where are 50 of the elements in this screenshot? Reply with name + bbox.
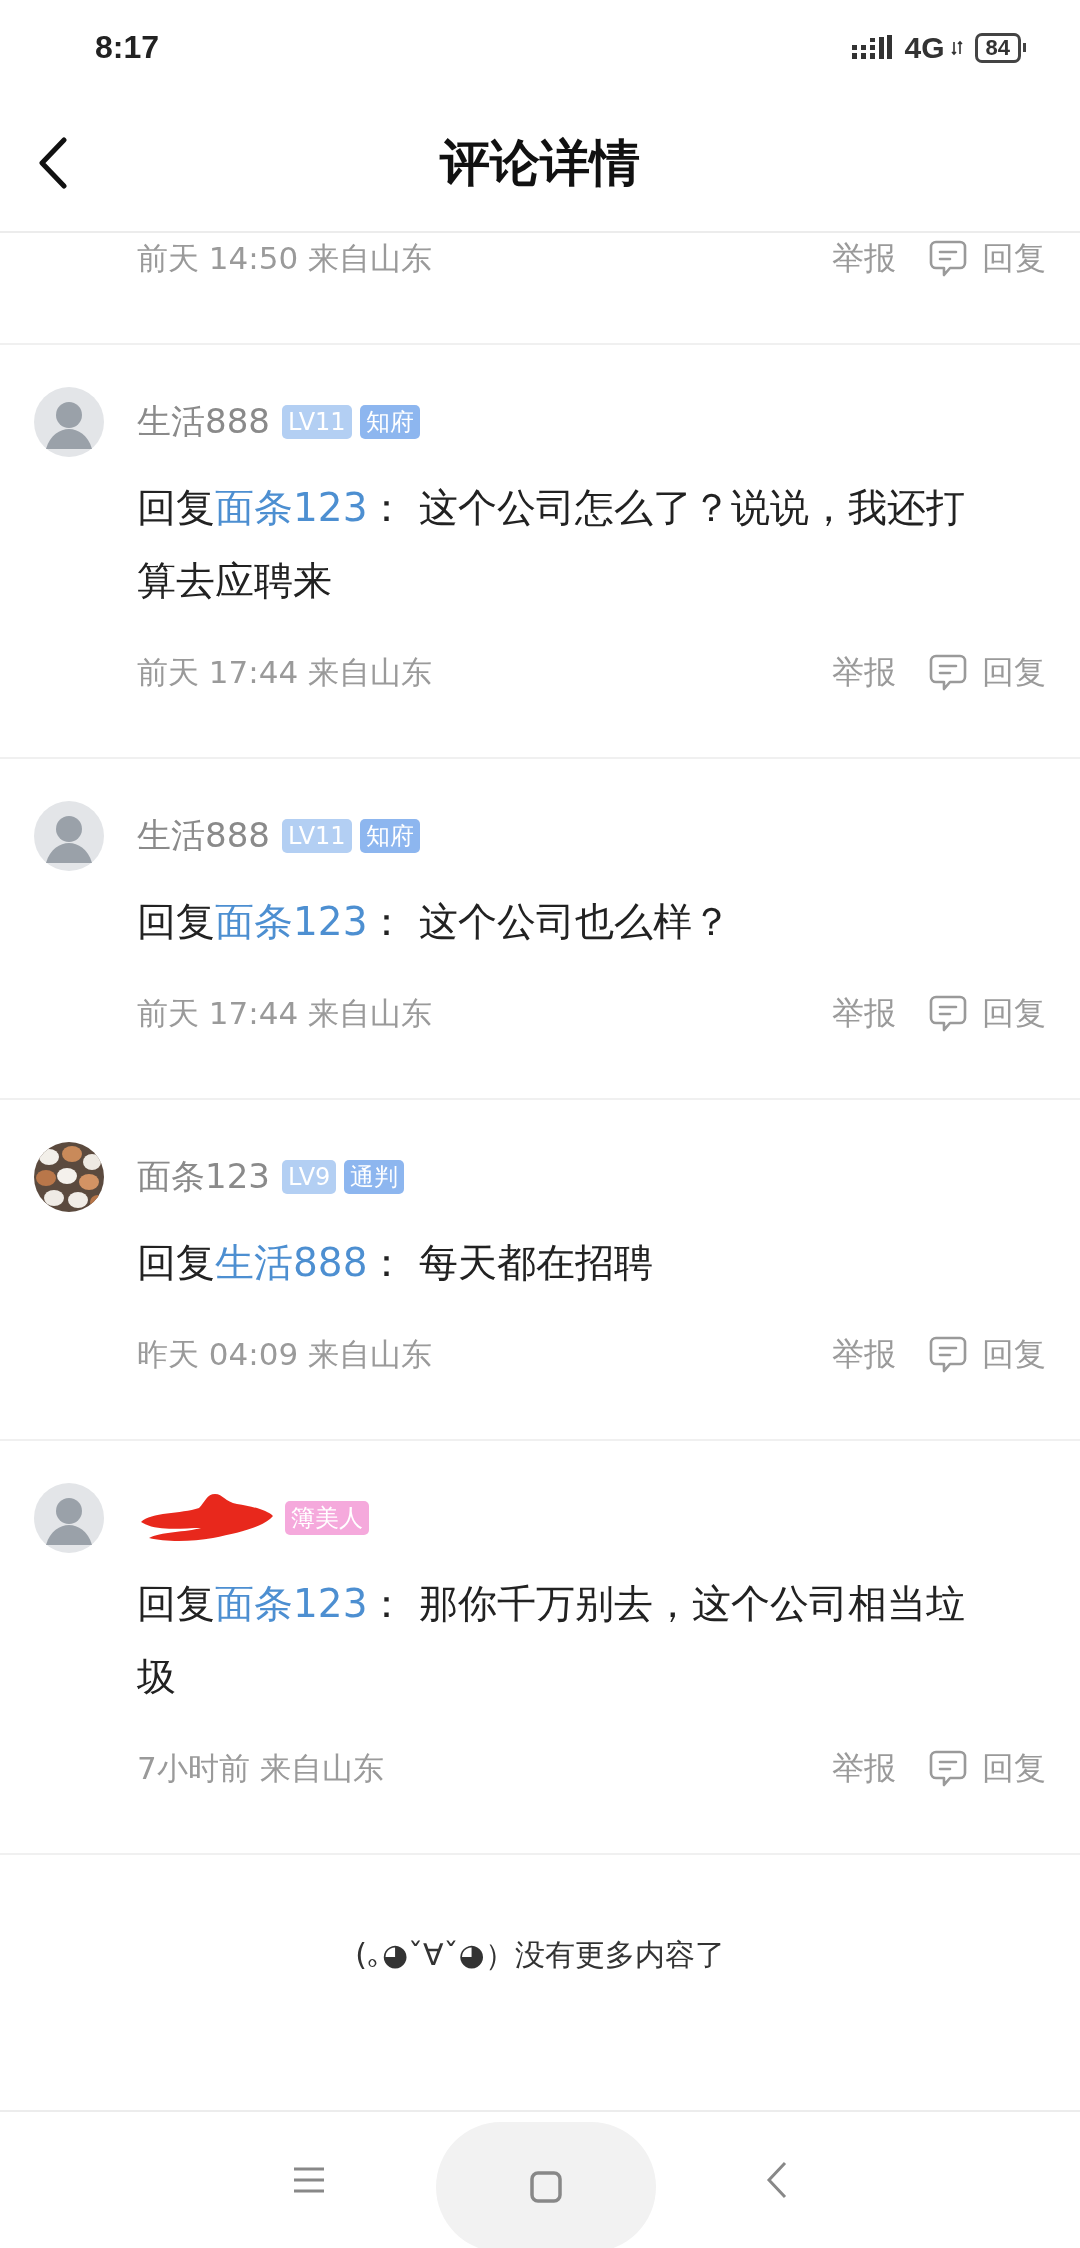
comment-icon[interactable] xyxy=(928,1749,968,1789)
reply-link[interactable]: 回复 xyxy=(982,1747,1046,1791)
page-title: 评论详情 xyxy=(440,132,640,194)
status-time: 8:17 xyxy=(95,29,160,66)
user-badge: LV11 xyxy=(281,819,352,853)
avatar[interactable] xyxy=(34,801,104,871)
comment-time: 昨天 04:09 来自山东 xyxy=(137,1335,433,1374)
user-badge: 知府 xyxy=(359,405,420,439)
comment-text: 回复面条123： 这个公司怎么了？说说，我还打算去应聘来 xyxy=(137,484,966,605)
back-icon[interactable] xyxy=(38,137,68,189)
end-message: (｡◕ˇ∀ˇ◕）没有更多内容了 xyxy=(354,1936,726,1974)
reply-link[interactable]: 回复 xyxy=(982,1333,1046,1377)
user-name[interactable]: 生活888 xyxy=(137,813,270,859)
reply-link[interactable]: 回复 xyxy=(982,237,1046,281)
mention-link[interactable]: 面条123 xyxy=(215,485,368,530)
report-link[interactable]: 举报 xyxy=(832,1333,896,1377)
report-link[interactable]: 举报 xyxy=(832,992,896,1036)
comment-icon[interactable] xyxy=(928,994,968,1034)
report-link[interactable]: 举报 xyxy=(832,1747,896,1791)
user-name[interactable]: 生活888 xyxy=(137,399,270,445)
avatar[interactable] xyxy=(34,1483,104,1553)
comment-time: 7小时前 来自山东 xyxy=(137,1749,384,1788)
signal-icon xyxy=(852,34,893,61)
user-badge: 通判 xyxy=(344,1160,405,1194)
home-icon[interactable] xyxy=(529,2170,563,2204)
comment-icon[interactable] xyxy=(928,653,968,693)
user-badge: LV9 xyxy=(281,1160,337,1194)
comment-time: 前天 17:44 来自山东 xyxy=(137,653,433,692)
comment-time: 前天 17:44 来自山东 xyxy=(137,994,433,1033)
mention-link[interactable]: 面条123 xyxy=(215,1581,368,1626)
avatar[interactable] xyxy=(34,387,104,457)
comment-text: 回复面条123： 那你千万别去，这个公司相当垃圾 xyxy=(137,1580,966,1701)
user-badge: 簿美人 xyxy=(285,1501,369,1535)
data-arrows-icon xyxy=(950,39,963,56)
comment-time: 前天 14:50 来自山东 xyxy=(137,239,433,278)
comment-text: 回复生活888： 每天都在招聘 xyxy=(137,1239,654,1287)
network-type: 4G xyxy=(904,30,945,65)
mention-link[interactable]: 面条123 xyxy=(215,899,368,944)
report-link[interactable]: 举报 xyxy=(832,237,896,281)
reply-link[interactable]: 回复 xyxy=(982,651,1046,695)
menu-icon[interactable] xyxy=(292,2165,326,2195)
mention-link[interactable]: 生活888 xyxy=(215,1240,368,1285)
user-badge: 知府 xyxy=(359,819,420,853)
comment-text: 回复面条123： 这个公司也么样？ xyxy=(137,898,732,946)
user-name[interactable]: 面条123 xyxy=(137,1154,270,1200)
user-badge: LV11 xyxy=(281,405,352,439)
comment-icon[interactable] xyxy=(928,1335,968,1375)
comment-icon[interactable] xyxy=(928,239,968,279)
reply-link[interactable]: 回复 xyxy=(982,992,1046,1036)
report-link[interactable]: 举报 xyxy=(832,651,896,695)
